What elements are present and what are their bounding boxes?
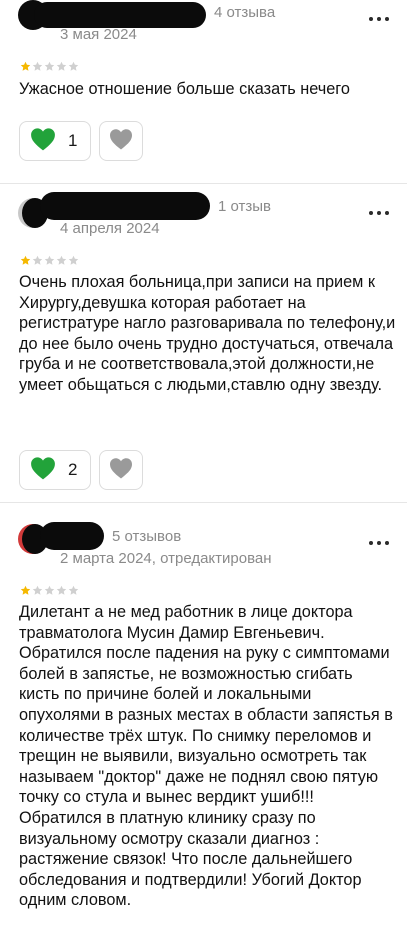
star-icon bbox=[32, 255, 43, 266]
star-icon bbox=[56, 255, 67, 266]
green-heart-icon bbox=[30, 127, 56, 156]
star-icon bbox=[32, 61, 43, 72]
redacted-author-name bbox=[40, 192, 210, 220]
green-heart-icon bbox=[30, 456, 56, 485]
star-icon bbox=[44, 61, 55, 72]
star-icon bbox=[56, 585, 67, 596]
review-text: Очень плохая больница,при записи на прие… bbox=[19, 273, 396, 394]
author-review-count: 1 отзыв bbox=[218, 198, 272, 215]
dislike-button[interactable] bbox=[99, 450, 143, 490]
star-icon bbox=[20, 255, 31, 266]
rating-stars bbox=[20, 255, 79, 266]
review-divider bbox=[0, 183, 407, 184]
more-options-button[interactable] bbox=[369, 203, 389, 223]
more-dots-icon bbox=[369, 541, 373, 545]
star-icon bbox=[68, 255, 79, 266]
review-date: 2 марта 2024, отредактирован bbox=[60, 550, 272, 567]
author-review-count: 4 отзыва bbox=[214, 4, 276, 21]
review-text: Дилетант а не мед работник в лице доктор… bbox=[19, 603, 393, 910]
review-date: 3 мая 2024 bbox=[60, 26, 137, 43]
star-icon bbox=[20, 61, 31, 72]
star-icon bbox=[68, 61, 79, 72]
more-options-button[interactable] bbox=[369, 9, 389, 29]
rating-stars bbox=[20, 585, 79, 596]
reactions: 2 bbox=[19, 450, 143, 490]
author-review-count: 5 отзывов bbox=[112, 528, 182, 545]
more-dots-icon bbox=[369, 211, 373, 215]
review-text: Ужасное отношение больше сказать нечего bbox=[19, 80, 350, 98]
like-button[interactable]: 2 bbox=[19, 450, 91, 490]
gray-heart-icon bbox=[109, 457, 133, 484]
dislike-button[interactable] bbox=[99, 121, 143, 161]
star-icon bbox=[44, 585, 55, 596]
review-date: 4 апреля 2024 bbox=[60, 220, 160, 237]
more-options-button[interactable] bbox=[369, 533, 389, 553]
more-dots-icon bbox=[369, 17, 373, 21]
gray-heart-icon bbox=[109, 128, 133, 155]
redacted-author-name bbox=[34, 2, 206, 28]
like-count: 1 bbox=[68, 131, 78, 150]
like-button[interactable]: 1 bbox=[19, 121, 91, 161]
redacted-author-name bbox=[40, 522, 104, 550]
star-icon bbox=[68, 585, 79, 596]
star-icon bbox=[32, 585, 43, 596]
reactions: 1 bbox=[19, 121, 143, 161]
star-icon bbox=[44, 255, 55, 266]
review-divider bbox=[0, 502, 407, 503]
like-count: 2 bbox=[68, 460, 78, 479]
star-icon bbox=[56, 61, 67, 72]
rating-stars bbox=[20, 61, 79, 72]
star-icon bbox=[20, 585, 31, 596]
